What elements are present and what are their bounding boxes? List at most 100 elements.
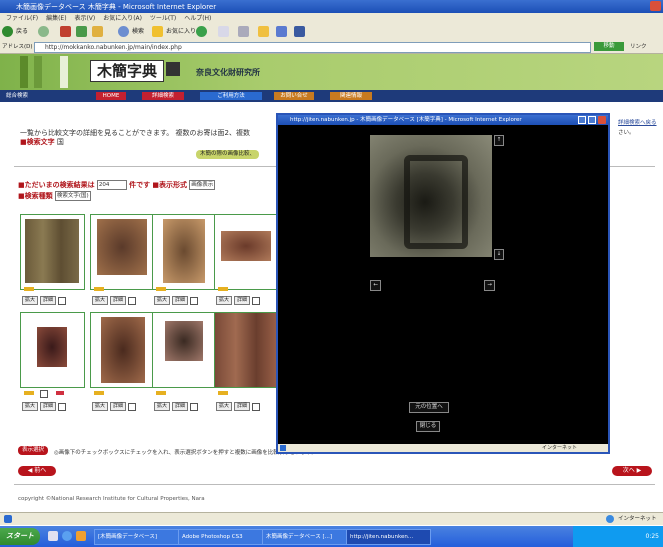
home-icon[interactable] — [92, 26, 103, 37]
display-format-select[interactable]: 画像表示 — [189, 180, 216, 190]
maximize-icon[interactable] — [588, 116, 596, 124]
detail-button[interactable]: 詳細 — [234, 402, 250, 411]
history-icon[interactable] — [196, 26, 207, 37]
ie-icon[interactable] — [62, 531, 72, 541]
compare-checkbox[interactable] — [40, 390, 48, 398]
nav-detail-search[interactable]: 詳細検索 — [142, 92, 184, 100]
address-url: http://mokkanko.nabunken.jp/main/index.p… — [45, 44, 182, 51]
compare-checkbox[interactable] — [190, 297, 198, 305]
detail-button[interactable]: 詳細 — [172, 402, 188, 411]
messenger-icon[interactable] — [276, 26, 287, 37]
pan-right-button[interactable]: → — [484, 280, 495, 291]
sort-select[interactable]: 検索文字(国) — [54, 191, 91, 201]
address-input[interactable]: http://mokkanko.nabunken.jp/main/index.p… — [34, 42, 591, 53]
compare-checkbox[interactable] — [58, 297, 66, 305]
task-button[interactable]: Adobe Photoshop CS3 — [178, 529, 263, 545]
enlarged-mokkan-image[interactable] — [370, 135, 492, 257]
close-icon[interactable] — [598, 116, 606, 124]
enlarge-button[interactable]: 拡大 — [216, 402, 232, 411]
close-window-button[interactable] — [650, 1, 661, 11]
detail-button[interactable]: 詳細 — [40, 402, 56, 411]
menu-view[interactable]: 表示(V) — [74, 15, 95, 22]
mokkan-image — [221, 231, 271, 261]
detail-button[interactable]: 詳細 — [172, 296, 188, 305]
enlarge-button[interactable]: 拡大 — [154, 296, 170, 305]
detail-button[interactable]: 詳細 — [110, 296, 126, 305]
nav-contact[interactable]: お問い合せ — [274, 92, 314, 100]
enlarge-button[interactable]: 拡大 — [22, 402, 38, 411]
task-button[interactable]: 木簡画像データベース [...] — [262, 529, 347, 545]
compare-checkbox[interactable] — [252, 403, 260, 411]
nav-related[interactable]: 関連情報 — [330, 92, 372, 100]
quicklaunch-icon[interactable] — [48, 531, 58, 541]
status-marker — [56, 391, 64, 395]
start-button[interactable]: スタート — [0, 528, 40, 545]
result-thumbnail[interactable] — [20, 312, 85, 388]
prev-page-button[interactable]: ◀ 前へ — [18, 466, 56, 476]
result-thumbnail[interactable] — [152, 214, 217, 290]
status-marker — [94, 287, 104, 291]
enlarge-button[interactable]: 拡大 — [154, 402, 170, 411]
back-to-detail-link[interactable]: 詳細検索へ戻る — [618, 118, 657, 126]
folder-icon[interactable] — [258, 26, 269, 37]
favorites-icon[interactable] — [152, 26, 163, 37]
result-thumbnail[interactable] — [20, 214, 85, 290]
menu-file[interactable]: ファイル(F) — [6, 15, 38, 22]
back-button[interactable]: 戻る — [14, 26, 30, 38]
compare-checkbox[interactable] — [252, 297, 260, 305]
reset-position-button[interactable]: 元の位置へ — [409, 402, 449, 413]
menu-favorites[interactable]: お気に入り(A) — [103, 15, 142, 22]
enlarge-button[interactable]: 拡大 — [22, 296, 38, 305]
compare-checkbox[interactable] — [58, 403, 66, 411]
search-button[interactable]: 検索 — [130, 26, 146, 38]
compare-checkbox[interactable] — [190, 403, 198, 411]
nav-usage[interactable]: ご利用方法 — [200, 92, 262, 100]
task-button-active[interactable]: http://jiten.nabunken... — [346, 529, 431, 545]
close-popup-button[interactable]: 閉じる — [416, 421, 440, 432]
nav-search[interactable]: 総合検索 — [6, 92, 46, 100]
nav-home[interactable]: HOME — [96, 92, 126, 100]
mail-icon[interactable] — [218, 26, 229, 37]
task-button[interactable]: [木簡画像データベース] — [94, 529, 179, 545]
links-label[interactable]: リンク — [630, 42, 647, 50]
enlarge-button[interactable]: 拡大 — [216, 296, 232, 305]
system-tray: 0:25 — [573, 526, 663, 547]
mokkan-image — [101, 317, 145, 383]
forward-icon[interactable] — [38, 26, 49, 37]
site-logo[interactable]: 木簡字典 — [90, 60, 164, 82]
address-label: アドレス(D) — [2, 44, 33, 50]
result-thumbnail[interactable] — [90, 312, 155, 388]
compare-checkbox[interactable] — [128, 403, 136, 411]
menu-tools[interactable]: ツール(T) — [150, 15, 176, 22]
favorites-button[interactable]: お気に入り — [164, 26, 198, 38]
pan-left-button[interactable]: ← — [370, 280, 381, 291]
detail-button[interactable]: 詳細 — [40, 296, 56, 305]
go-button[interactable]: 移動 — [594, 42, 624, 51]
next-page-button[interactable]: 次へ ▶ — [612, 466, 652, 476]
menu-edit[interactable]: 編集(E) — [46, 15, 66, 22]
stop-icon[interactable] — [60, 26, 71, 37]
result-thumbnail[interactable] — [152, 312, 217, 388]
tool-icon[interactable] — [294, 26, 305, 37]
result-thumbnail[interactable] — [214, 312, 279, 388]
pan-down-button[interactable]: ↓ — [494, 249, 504, 260]
result-thumbnail[interactable] — [214, 214, 279, 290]
window-title: 木簡画像データベース 木簡字典 - Microsoft Internet Exp… — [16, 3, 217, 11]
refresh-icon[interactable] — [76, 26, 87, 37]
sort-row: ■検索種類 検索文字(国) — [18, 191, 91, 201]
media-icon[interactable] — [76, 531, 86, 541]
result-thumbnail[interactable] — [90, 214, 155, 290]
print-icon[interactable] — [238, 26, 249, 37]
detail-button[interactable]: 詳細 — [234, 296, 250, 305]
menu-help[interactable]: ヘルプ(H) — [184, 15, 211, 22]
detail-button[interactable]: 詳細 — [110, 402, 126, 411]
select-display-button[interactable]: 表示選択 — [18, 446, 48, 455]
back-icon[interactable] — [2, 26, 13, 37]
enlarge-button[interactable]: 拡大 — [92, 402, 108, 411]
enlarge-button[interactable]: 拡大 — [92, 296, 108, 305]
compare-checkbox[interactable] — [128, 297, 136, 305]
image-viewer-popup: http://jiten.nabunken.jp - 木簡画像データベース [木… — [276, 113, 610, 454]
search-icon[interactable] — [118, 26, 129, 37]
pan-up-button[interactable]: ↑ — [494, 135, 504, 146]
minimize-icon[interactable] — [578, 116, 586, 124]
